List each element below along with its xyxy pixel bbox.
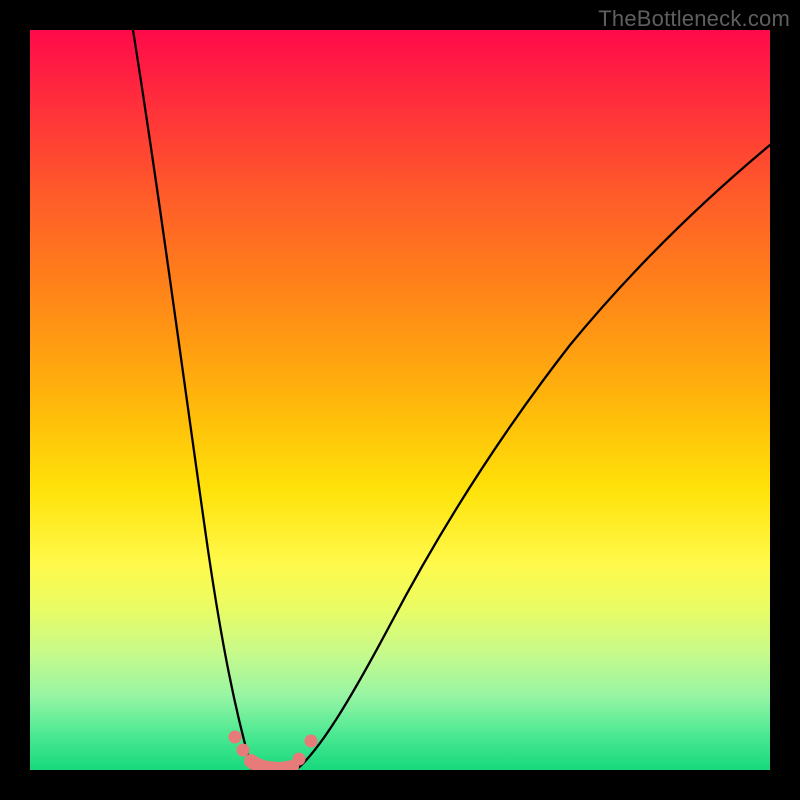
plot-area <box>30 30 770 770</box>
marker-dot <box>237 744 250 757</box>
left-falling-curve <box>133 30 252 770</box>
marker-trough-segment <box>251 761 292 769</box>
marker-dot <box>229 731 242 744</box>
marker-dot <box>305 735 318 748</box>
right-rising-curve <box>252 145 770 770</box>
watermark-text: TheBottleneck.com <box>598 6 790 32</box>
chart-stage: TheBottleneck.com <box>0 0 800 800</box>
curve-layer <box>30 30 770 770</box>
marker-dot <box>293 753 306 766</box>
